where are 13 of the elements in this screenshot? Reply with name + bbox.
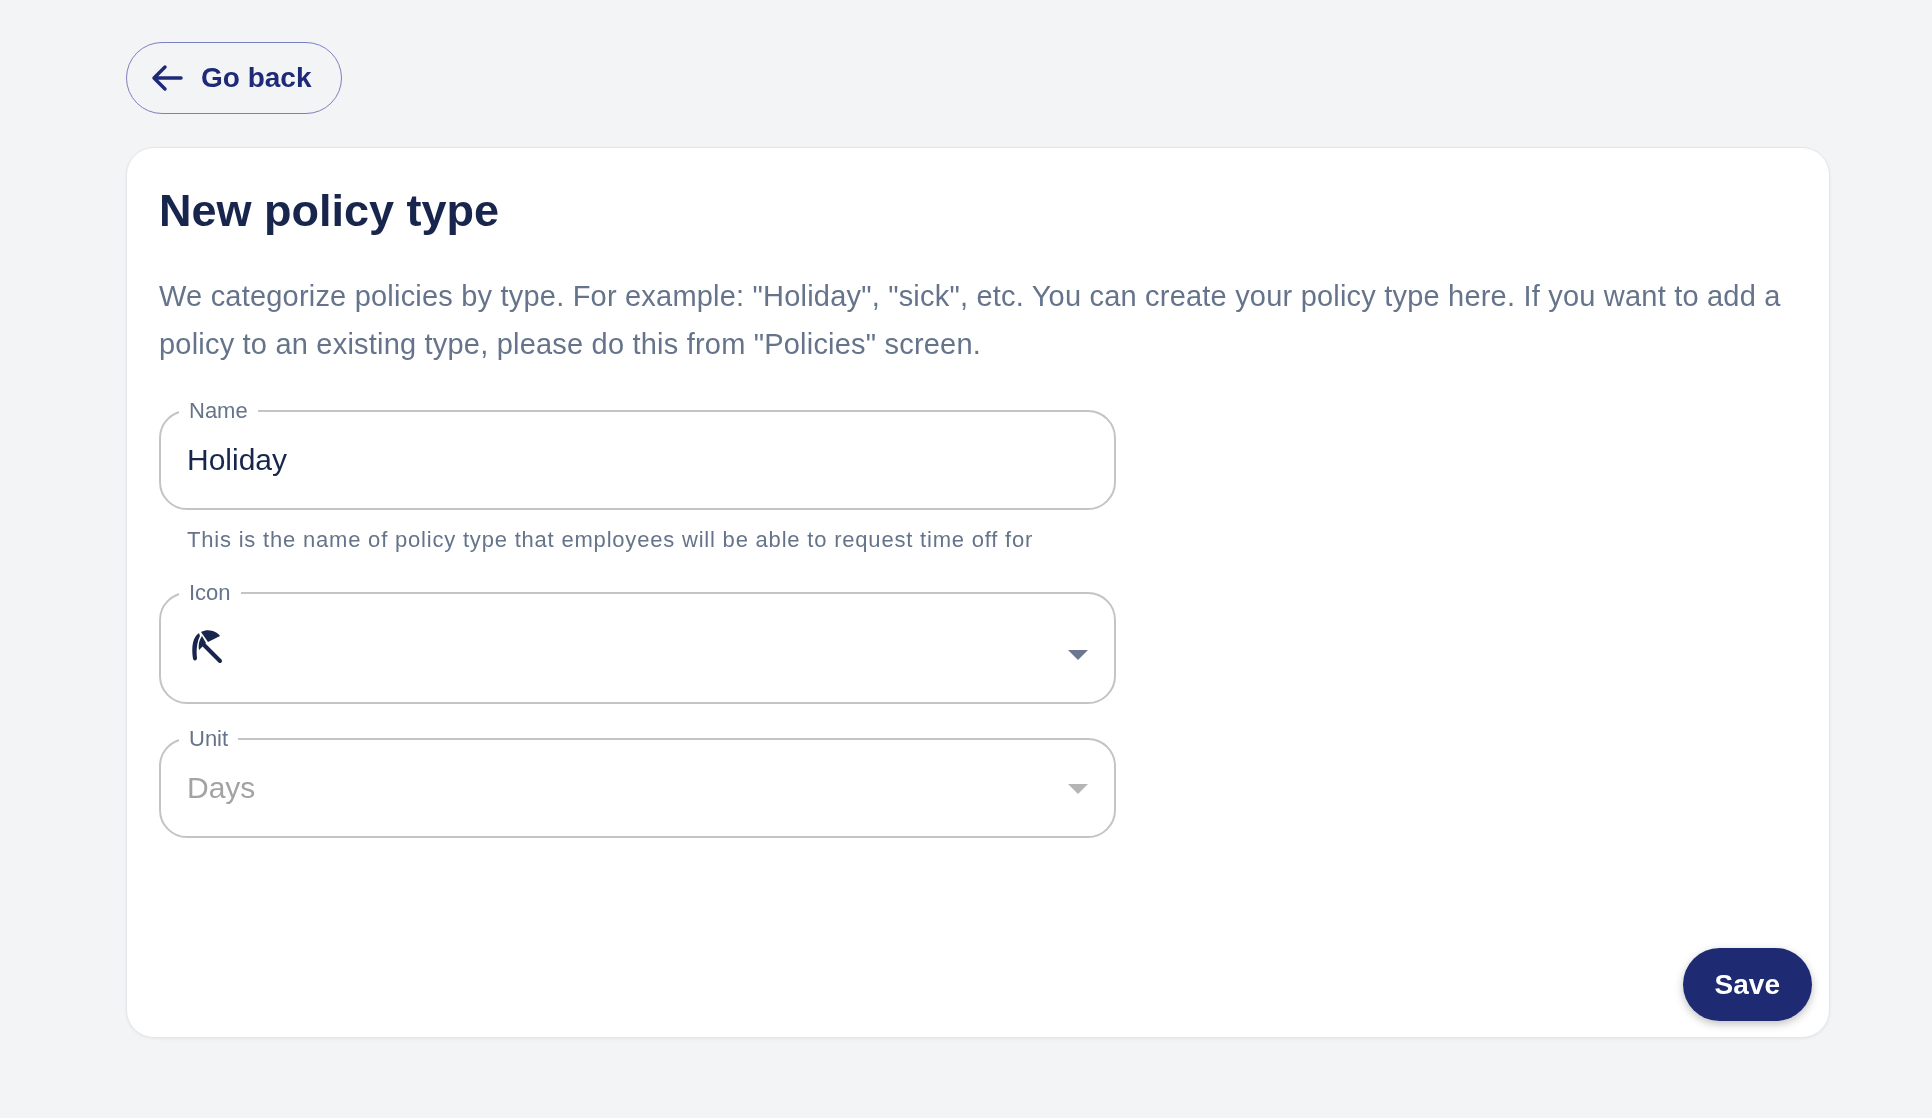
description-text: We categorize policies by type. For example: "Holiday", "sick", etc. You can create your policy type here. If you want to add a policy to an existing type, please do this from "Policies" screen.	[159, 279, 1782, 362]
field-value: Days	[187, 771, 256, 805]
icon-select-field[interactable]: Icon	[159, 582, 1116, 704]
field-value: Holiday	[187, 443, 288, 477]
name-input-field[interactable]: Name Holiday	[159, 400, 1116, 510]
field-label: Icon	[188, 582, 232, 604]
field-label: Name	[188, 400, 249, 422]
field-label: Unit	[188, 728, 230, 750]
back-arrow-icon	[151, 64, 183, 92]
save-button[interactable]: Save	[1682, 948, 1812, 1021]
helper-text: This is the name of policy type that employees will be able to request time off for	[187, 526, 1035, 554]
dropdown-caret-icon	[1068, 784, 1088, 794]
page-title: New policy type	[159, 184, 501, 238]
